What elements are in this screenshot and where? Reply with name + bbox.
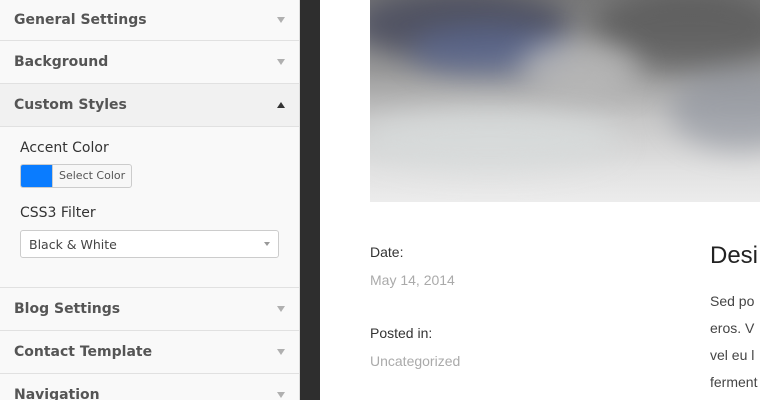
chevron-down-icon bbox=[277, 59, 285, 65]
css3-filter-select[interactable]: Black & White bbox=[20, 230, 279, 258]
section-title: Custom Styles bbox=[14, 97, 127, 113]
section-background[interactable]: Background bbox=[0, 41, 299, 84]
select-color-button[interactable]: Select Color bbox=[53, 165, 131, 187]
preview-gutter bbox=[300, 0, 320, 400]
post-date[interactable]: May 14, 2014 bbox=[370, 272, 455, 288]
accent-color-label: Accent Color bbox=[20, 140, 109, 156]
section-title: General Settings bbox=[14, 12, 147, 28]
excerpt-line: vel eu l bbox=[710, 347, 755, 363]
excerpt-line: eros. V bbox=[710, 320, 755, 336]
section-title: Navigation bbox=[14, 387, 100, 400]
chevron-down-icon bbox=[277, 392, 285, 398]
site-preview: Date: May 14, 2014 Posted in: Uncategori… bbox=[320, 0, 760, 400]
post-title[interactable]: Desi bbox=[710, 242, 758, 270]
caret-down-icon bbox=[264, 242, 270, 246]
date-label: Date: bbox=[370, 244, 404, 260]
section-blog-settings[interactable]: Blog Settings bbox=[0, 288, 299, 331]
section-custom-styles[interactable]: Custom Styles bbox=[0, 84, 299, 127]
section-general-settings[interactable]: General Settings bbox=[0, 0, 299, 41]
section-title: Blog Settings bbox=[14, 301, 121, 317]
chevron-down-icon bbox=[277, 349, 285, 355]
chevron-down-icon bbox=[277, 306, 285, 312]
custom-styles-panel: Accent Color Select Color CSS3 Filter Bl… bbox=[0, 127, 299, 288]
section-navigation[interactable]: Navigation bbox=[0, 374, 299, 400]
color-swatch[interactable] bbox=[21, 165, 53, 187]
select-value: Black & White bbox=[29, 236, 117, 252]
excerpt-line: ferment bbox=[710, 374, 758, 390]
css3-filter-label: CSS3 Filter bbox=[20, 205, 96, 221]
section-title: Background bbox=[14, 54, 109, 70]
posted-in-label: Posted in: bbox=[370, 325, 433, 341]
excerpt-line: Sed po bbox=[710, 293, 755, 309]
chevron-up-icon bbox=[277, 102, 285, 108]
customizer-sidebar: General Settings Background Custom Style… bbox=[0, 0, 300, 400]
section-title: Contact Template bbox=[14, 344, 153, 360]
chevron-down-icon bbox=[277, 17, 285, 23]
accent-color-picker[interactable]: Select Color bbox=[20, 164, 133, 188]
post-category[interactable]: Uncategorized bbox=[370, 353, 460, 369]
featured-image bbox=[370, 0, 760, 202]
section-contact-template[interactable]: Contact Template bbox=[0, 331, 299, 374]
